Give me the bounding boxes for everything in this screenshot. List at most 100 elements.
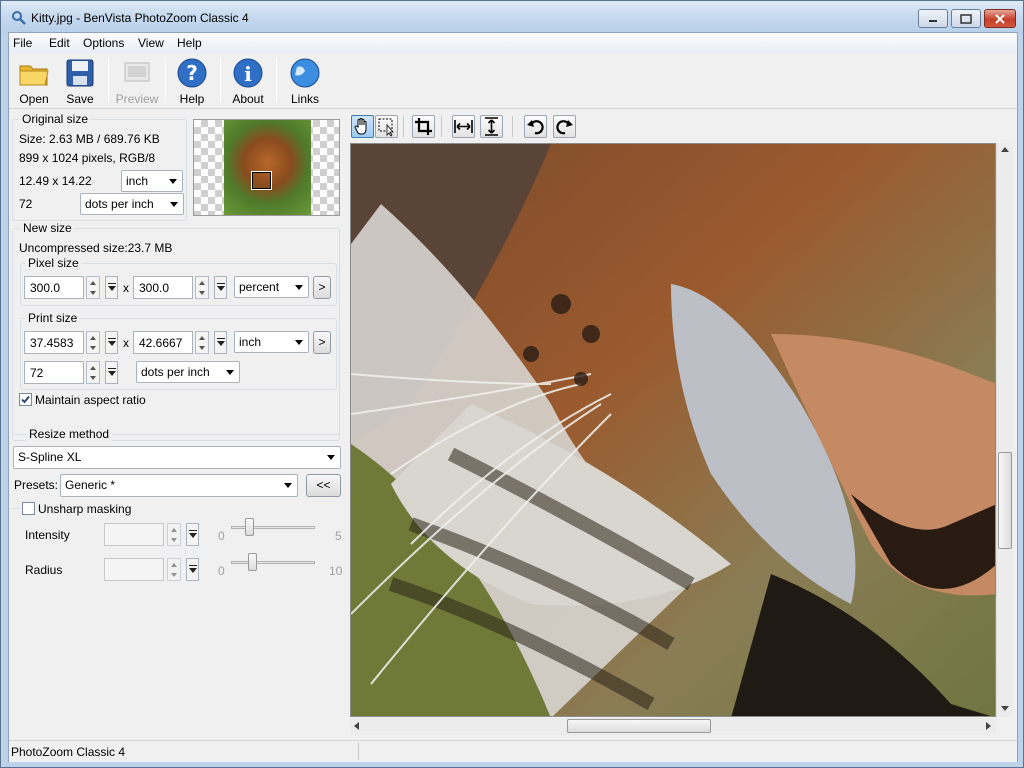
pixel-more-button[interactable]: > xyxy=(313,276,331,299)
viewport-rectangle[interactable] xyxy=(251,171,272,190)
minimize-button[interactable] xyxy=(918,9,948,28)
viewer-toolbar xyxy=(350,110,1017,142)
print-width-dropdown[interactable] xyxy=(105,331,118,354)
menu-file[interactable]: File xyxy=(13,36,32,50)
fit-width-button[interactable] xyxy=(452,115,475,138)
radius-slider-thumb[interactable] xyxy=(247,553,257,571)
navigator-thumbnail[interactable] xyxy=(193,119,340,216)
hand-icon xyxy=(354,118,367,135)
print-resolution-spinner[interactable] xyxy=(86,361,100,384)
menu-options[interactable]: Options xyxy=(83,36,124,50)
print-more-button[interactable]: > xyxy=(313,331,331,354)
hand-tool-button[interactable] xyxy=(351,115,374,138)
vertical-scroll-thumb[interactable] xyxy=(998,452,1012,549)
status-divider xyxy=(358,743,359,760)
client-area: File Edit Options View Help Open Save Pr… xyxy=(8,32,1018,762)
maximize-button[interactable] xyxy=(951,9,981,28)
vertical-scrollbar[interactable] xyxy=(996,143,1013,717)
print-height-input[interactable]: 42.6667 xyxy=(133,331,193,354)
close-button[interactable] xyxy=(984,9,1016,28)
question-icon: ? xyxy=(177,58,207,88)
intensity-input[interactable] xyxy=(104,523,164,546)
resize-method-select[interactable]: S-Spline XL xyxy=(13,446,341,469)
intensity-min: 0 xyxy=(218,529,225,543)
app-window: Kitty.jpg - BenVista PhotoZoom Classic 4… xyxy=(0,0,1024,768)
about-button[interactable]: i About xyxy=(223,55,273,107)
floppy-disk-icon xyxy=(66,59,94,87)
intensity-spinner[interactable] xyxy=(167,523,181,546)
print-height-spinner[interactable] xyxy=(195,331,209,354)
close-icon xyxy=(995,13,1005,24)
original-res-unit-select[interactable]: dots per inch xyxy=(80,193,184,215)
viewer-toolbar-separator xyxy=(441,116,442,137)
print-resolution-input[interactable]: 72 xyxy=(24,361,84,384)
pixel-height-dropdown[interactable] xyxy=(214,276,227,299)
unsharp-label[interactable]: Unsharp masking xyxy=(38,502,131,516)
menu-bar: File Edit Options View Help xyxy=(9,33,1017,53)
new-size-label: New size xyxy=(20,221,75,235)
intensity-dropdown[interactable] xyxy=(186,523,199,546)
svg-text:?: ? xyxy=(186,61,198,85)
menu-edit[interactable]: Edit xyxy=(49,36,70,50)
folder-icon xyxy=(19,65,49,86)
horizontal-scrollbar[interactable] xyxy=(350,718,996,735)
print-unit-select[interactable]: inch xyxy=(234,331,309,353)
rotate-right-button[interactable] xyxy=(553,115,576,138)
rotate-left-button[interactable] xyxy=(524,115,547,138)
aspect-ratio-label[interactable]: Maintain aspect ratio xyxy=(35,393,146,407)
print-height-dropdown[interactable] xyxy=(214,331,227,354)
scroll-left-arrow[interactable] xyxy=(354,722,359,730)
menu-help[interactable]: Help xyxy=(177,36,202,50)
original-file-size: Size: 2.63 MB / 689.76 KB xyxy=(19,132,160,146)
chevron-down-icon xyxy=(284,483,292,488)
radius-slider[interactable] xyxy=(231,561,315,564)
presets-select[interactable]: Generic * xyxy=(60,474,298,497)
menu-view[interactable]: View xyxy=(138,36,164,50)
pixel-height-input[interactable]: 300.0 xyxy=(133,276,193,299)
horizontal-scroll-thumb[interactable] xyxy=(567,719,711,733)
print-resolution-dropdown[interactable] xyxy=(105,361,118,384)
toolbar-separator xyxy=(276,57,277,103)
save-button[interactable]: Save xyxy=(55,55,105,107)
select-tool-button[interactable] xyxy=(375,115,398,138)
unsharp-checkbox[interactable] xyxy=(22,502,35,515)
radius-max: 10 xyxy=(329,564,343,578)
app-icon xyxy=(12,11,26,25)
chevron-down-icon xyxy=(295,340,303,345)
chevron-down-icon xyxy=(327,455,335,460)
chevron-down-icon xyxy=(169,179,177,184)
collapse-button[interactable]: << xyxy=(306,474,341,497)
original-unit-select[interactable]: inch xyxy=(121,170,183,192)
scroll-right-arrow[interactable] xyxy=(986,722,991,730)
intensity-max: 5 xyxy=(335,529,342,543)
open-button[interactable]: Open xyxy=(9,55,59,107)
resize-method-label: Resize method xyxy=(26,427,113,441)
title-bar[interactable]: Kitty.jpg - BenVista PhotoZoom Classic 4 xyxy=(1,1,1023,33)
intensity-slider[interactable] xyxy=(231,526,315,529)
image-preview[interactable] xyxy=(350,143,996,717)
pixel-width-input[interactable]: 300.0 xyxy=(24,276,84,299)
print-res-unit-select[interactable]: dots per inch xyxy=(136,361,240,383)
pixel-width-dropdown[interactable] xyxy=(105,276,118,299)
preview-button[interactable]: Preview xyxy=(112,55,162,107)
radius-spinner[interactable] xyxy=(167,558,181,581)
crop-button[interactable] xyxy=(412,115,435,138)
radius-input[interactable] xyxy=(104,558,164,581)
pixel-height-spinner[interactable] xyxy=(195,276,209,299)
links-button[interactable]: Links xyxy=(280,55,330,107)
presets-label: Presets: xyxy=(14,478,59,492)
toolbar-separator xyxy=(165,57,166,103)
help-button[interactable]: ? Help xyxy=(167,55,217,107)
fit-height-button[interactable] xyxy=(480,115,503,138)
radius-dropdown[interactable] xyxy=(186,558,199,581)
scroll-down-arrow[interactable] xyxy=(1001,706,1009,711)
scroll-up-arrow[interactable] xyxy=(1001,147,1009,152)
status-bar: PhotoZoom Classic 4 xyxy=(9,740,1017,762)
aspect-ratio-checkbox[interactable] xyxy=(19,393,32,406)
pixel-unit-select[interactable]: percent xyxy=(234,276,309,298)
intensity-slider-thumb[interactable] xyxy=(245,518,255,536)
pixel-width-spinner[interactable] xyxy=(86,276,100,299)
print-width-spinner[interactable] xyxy=(86,331,100,354)
print-width-input[interactable]: 37.4583 xyxy=(24,331,84,354)
minimize-icon xyxy=(929,19,937,22)
